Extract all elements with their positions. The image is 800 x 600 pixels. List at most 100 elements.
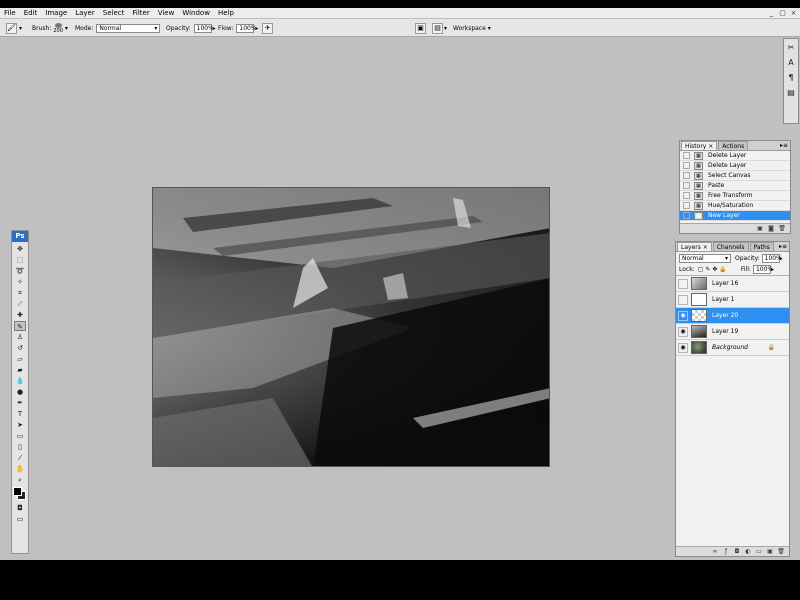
color-swatches[interactable] [13, 487, 27, 501]
link-layers-icon[interactable]: ∞ [711, 548, 719, 555]
path-selection-tool-icon[interactable]: ➤ [14, 420, 26, 430]
layer-row[interactable]: Layer 1 [676, 292, 789, 308]
brush-picker[interactable]: Brush: 200 ▾ [32, 19, 68, 37]
trash-icon[interactable]: 🗑 [778, 225, 786, 232]
new-group-icon[interactable]: ▭ [755, 548, 763, 555]
layer-opacity-input[interactable]: 100% [761, 253, 782, 263]
tool-presets-icon[interactable]: ✂ [785, 42, 797, 54]
history-snapshot-box[interactable] [683, 202, 690, 209]
clone-stamp-tool-icon[interactable]: ♙ [14, 332, 26, 342]
panel-menu-icon[interactable]: ▸≡ [780, 142, 788, 149]
new-layer-icon[interactable]: ▣ [766, 548, 774, 555]
new-document-from-state-icon[interactable]: ▣ [756, 225, 764, 232]
eye-icon[interactable]: ◉ [678, 326, 688, 337]
eye-icon[interactable]: ◉ [678, 310, 688, 321]
menu-image[interactable]: Image [41, 8, 71, 18]
trash-icon[interactable]: 🗑 [777, 548, 785, 555]
healing-brush-tool-icon[interactable]: ✚ [14, 310, 26, 320]
history-item[interactable]: ▦ Select Canvas [680, 171, 790, 181]
foreground-color-swatch[interactable] [13, 487, 22, 496]
slider-arrow-icon[interactable]: ▸ [213, 25, 216, 32]
menu-filter[interactable]: Filter [128, 8, 153, 18]
brush-tool-icon[interactable]: ✎ [14, 321, 26, 331]
layer-row[interactable]: Layer 16 [676, 276, 789, 292]
pen-tool-icon[interactable]: ✒ [14, 398, 26, 408]
workspace-menu[interactable]: Workspace ▾ [453, 19, 491, 37]
slider-arrow-icon[interactable]: ▸ [780, 255, 783, 262]
menu-view[interactable]: View [154, 8, 179, 18]
airbrush-toggle[interactable]: ✈ [262, 19, 273, 37]
history-snapshot-box[interactable] [683, 192, 690, 199]
type-tool-icon[interactable]: T [14, 409, 26, 419]
slider-arrow-icon[interactable]: ▸ [255, 25, 258, 32]
fill-input[interactable]: 100% [752, 265, 773, 274]
history-snapshot-box[interactable] [683, 212, 690, 219]
screen-mode-button[interactable]: ▤ ▾ [432, 19, 447, 37]
layer-row-selected[interactable]: ◉ Layer 20 [676, 308, 789, 324]
minimize-button[interactable]: _ [767, 9, 776, 17]
history-snapshot-box[interactable] [683, 182, 690, 189]
eyedropper-tool-icon[interactable]: ⁄ [14, 453, 26, 463]
hand-tool-icon[interactable]: ✋ [14, 464, 26, 474]
tab-paths[interactable]: Paths [749, 242, 774, 251]
mode-select[interactable]: Normal ▾ [96, 23, 161, 33]
menu-select[interactable]: Select [99, 8, 129, 18]
maximize-button[interactable]: ▢ [778, 9, 787, 17]
history-brush-tool-icon[interactable]: ↺ [14, 343, 26, 353]
tab-channels[interactable]: Channels [712, 242, 749, 251]
add-mask-icon[interactable]: ◘ [733, 548, 741, 555]
lock-options-icons[interactable]: ▢✎✥🔒 [698, 266, 729, 273]
character-panel-icon[interactable]: A [785, 57, 797, 69]
adjustment-layer-icon[interactable]: ◐ [744, 548, 752, 555]
history-snapshot-box[interactable] [683, 152, 690, 159]
layer-style-icon[interactable]: ƒ [722, 548, 730, 555]
layer-comps-icon[interactable]: ▤ [785, 87, 797, 99]
notes-tool-icon[interactable]: ▯ [14, 442, 26, 452]
menu-edit[interactable]: Edit [20, 8, 42, 18]
history-snapshot-box[interactable] [683, 162, 690, 169]
magic-wand-tool-icon[interactable]: ✧ [14, 277, 26, 287]
gradient-tool-icon[interactable]: ▰ [14, 365, 26, 375]
slice-tool-icon[interactable]: ⟋ [14, 299, 26, 309]
history-item[interactable]: ▦ Delete Layer [680, 161, 790, 171]
blur-tool-icon[interactable]: 💧 [14, 376, 26, 386]
tab-actions[interactable]: Actions [718, 141, 749, 150]
history-item-selected[interactable]: ▦ New Layer [680, 211, 790, 221]
move-tool-icon[interactable]: ✥ [14, 244, 26, 254]
menu-layer[interactable]: Layer [71, 8, 99, 18]
flow-input[interactable]: 100% [236, 23, 257, 33]
eye-icon[interactable]: ◉ [678, 342, 688, 353]
menu-window[interactable]: Window [178, 8, 214, 18]
bridge-button[interactable]: ▣ [415, 19, 426, 37]
zoom-tool-icon[interactable]: ⌕ [14, 475, 26, 485]
history-item[interactable]: ▦ Free Transform [680, 191, 790, 201]
quick-mask-icon[interactable]: ◘ [14, 503, 26, 513]
blend-mode-select[interactable]: Normal ▾ [679, 253, 731, 263]
visibility-toggle[interactable] [678, 278, 688, 289]
slider-arrow-icon[interactable]: ▸ [771, 266, 774, 273]
layer-row[interactable]: ◉ Layer 19 [676, 324, 789, 340]
lasso-tool-icon[interactable]: ➰ [14, 266, 26, 276]
menu-file[interactable]: File [0, 8, 20, 18]
tab-layers[interactable]: Layers × [677, 242, 712, 251]
crop-tool-icon[interactable]: ⌗ [14, 288, 26, 298]
shape-tool-icon[interactable]: ▭ [14, 431, 26, 441]
tool-preset-picker[interactable]: 🖌 ▾ [6, 19, 22, 37]
history-item[interactable]: ▦ Delete Layer [680, 151, 790, 161]
history-item[interactable]: ▦ Hue/Saturation [680, 201, 790, 211]
history-item[interactable]: ▦ Paste [680, 181, 790, 191]
menu-help[interactable]: Help [214, 8, 238, 18]
panel-menu-icon[interactable]: ▸≡ [779, 243, 787, 250]
close-button[interactable]: × [789, 9, 798, 17]
visibility-toggle[interactable] [678, 294, 688, 305]
history-snapshot-box[interactable] [683, 172, 690, 179]
marquee-tool-icon[interactable]: ⬚ [14, 255, 26, 265]
snapshot-camera-icon[interactable]: ◙ [767, 225, 775, 232]
paragraph-panel-icon[interactable]: ¶ [785, 72, 797, 84]
eraser-tool-icon[interactable]: ▱ [14, 354, 26, 364]
dodge-tool-icon[interactable]: ● [14, 387, 26, 397]
screen-mode-icon[interactable]: ▭ [14, 514, 26, 524]
layer-row[interactable]: ◉ Background 🔒 [676, 340, 789, 356]
opacity-input[interactable]: 100% [193, 23, 214, 33]
document-canvas[interactable] [152, 187, 550, 467]
